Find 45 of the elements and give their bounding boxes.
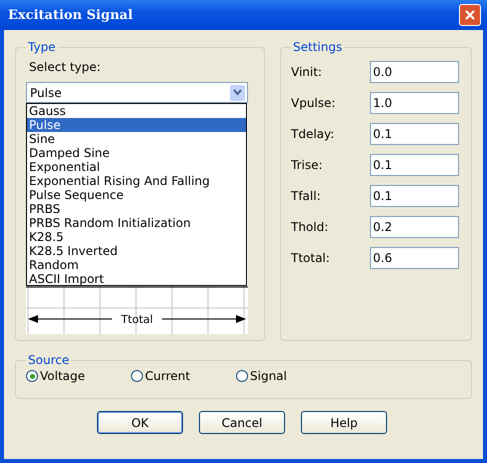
dropdown-option[interactable]: Exponential bbox=[27, 160, 246, 174]
dropdown-option[interactable]: K28.5 Inverted bbox=[27, 244, 246, 258]
input-field[interactable]: 0.2 bbox=[370, 216, 459, 238]
field-label: Ttotal: bbox=[291, 251, 331, 265]
field-label: Vinit: bbox=[291, 65, 323, 79]
close-icon bbox=[464, 9, 476, 21]
radio-button[interactable] bbox=[131, 370, 143, 382]
radio-label[interactable]: Signal bbox=[250, 369, 287, 383]
window-title: Excitation Signal bbox=[8, 8, 133, 22]
input-field[interactable]: 0.1 bbox=[370, 123, 459, 145]
dropdown-option[interactable]: Exponential Rising And Falling bbox=[27, 174, 246, 188]
radio-button[interactable] bbox=[26, 370, 38, 382]
dialog-button[interactable]: Cancel bbox=[199, 411, 285, 434]
radio-button[interactable] bbox=[236, 370, 248, 382]
dropdown-option[interactable]: Sine bbox=[27, 132, 246, 146]
input-field[interactable]: 0.1 bbox=[370, 154, 459, 176]
field-label: Trise: bbox=[291, 158, 324, 172]
input-field[interactable]: 0.0 bbox=[370, 61, 459, 83]
field-label: Thold: bbox=[291, 220, 330, 234]
group-label: Type bbox=[27, 40, 57, 54]
input-field[interactable]: 0.1 bbox=[370, 185, 459, 207]
chevron-icon bbox=[233, 89, 242, 96]
group-label: Settings bbox=[292, 40, 344, 54]
select-label: Select type: bbox=[29, 60, 102, 74]
field-label: Tdelay: bbox=[291, 127, 336, 141]
field-label: Tfall: bbox=[291, 189, 322, 203]
dialog-button[interactable]: OK bbox=[97, 411, 183, 434]
close-button[interactable] bbox=[459, 4, 481, 26]
radio-label[interactable]: Current bbox=[145, 369, 190, 383]
dropdown-option[interactable]: Damped Sine bbox=[27, 146, 246, 160]
type-dropdown[interactable]: Pulse bbox=[26, 82, 248, 103]
dropdown-option[interactable]: PRBS bbox=[27, 202, 246, 216]
dropdown-option[interactable]: Random bbox=[27, 258, 246, 272]
dropdown-option[interactable]: PRBS Random Initialization bbox=[27, 216, 246, 230]
dropdown-option[interactable]: Pulse bbox=[27, 118, 246, 132]
dropdown-option[interactable]: K28.5 bbox=[27, 230, 246, 244]
dialog-button[interactable]: Help bbox=[301, 411, 387, 434]
radio-label[interactable]: Voltage bbox=[40, 369, 86, 383]
dropdown-option[interactable]: Gauss bbox=[27, 104, 246, 118]
group-label: Source bbox=[27, 353, 70, 367]
input-field[interactable]: 0.6 bbox=[370, 247, 459, 269]
input-field[interactable]: 1.0 bbox=[370, 92, 459, 114]
dropdown-option[interactable]: Pulse Sequence bbox=[27, 188, 246, 202]
field-label: Vpulse: bbox=[291, 96, 336, 110]
diagram-label: Ttotal bbox=[121, 313, 153, 326]
